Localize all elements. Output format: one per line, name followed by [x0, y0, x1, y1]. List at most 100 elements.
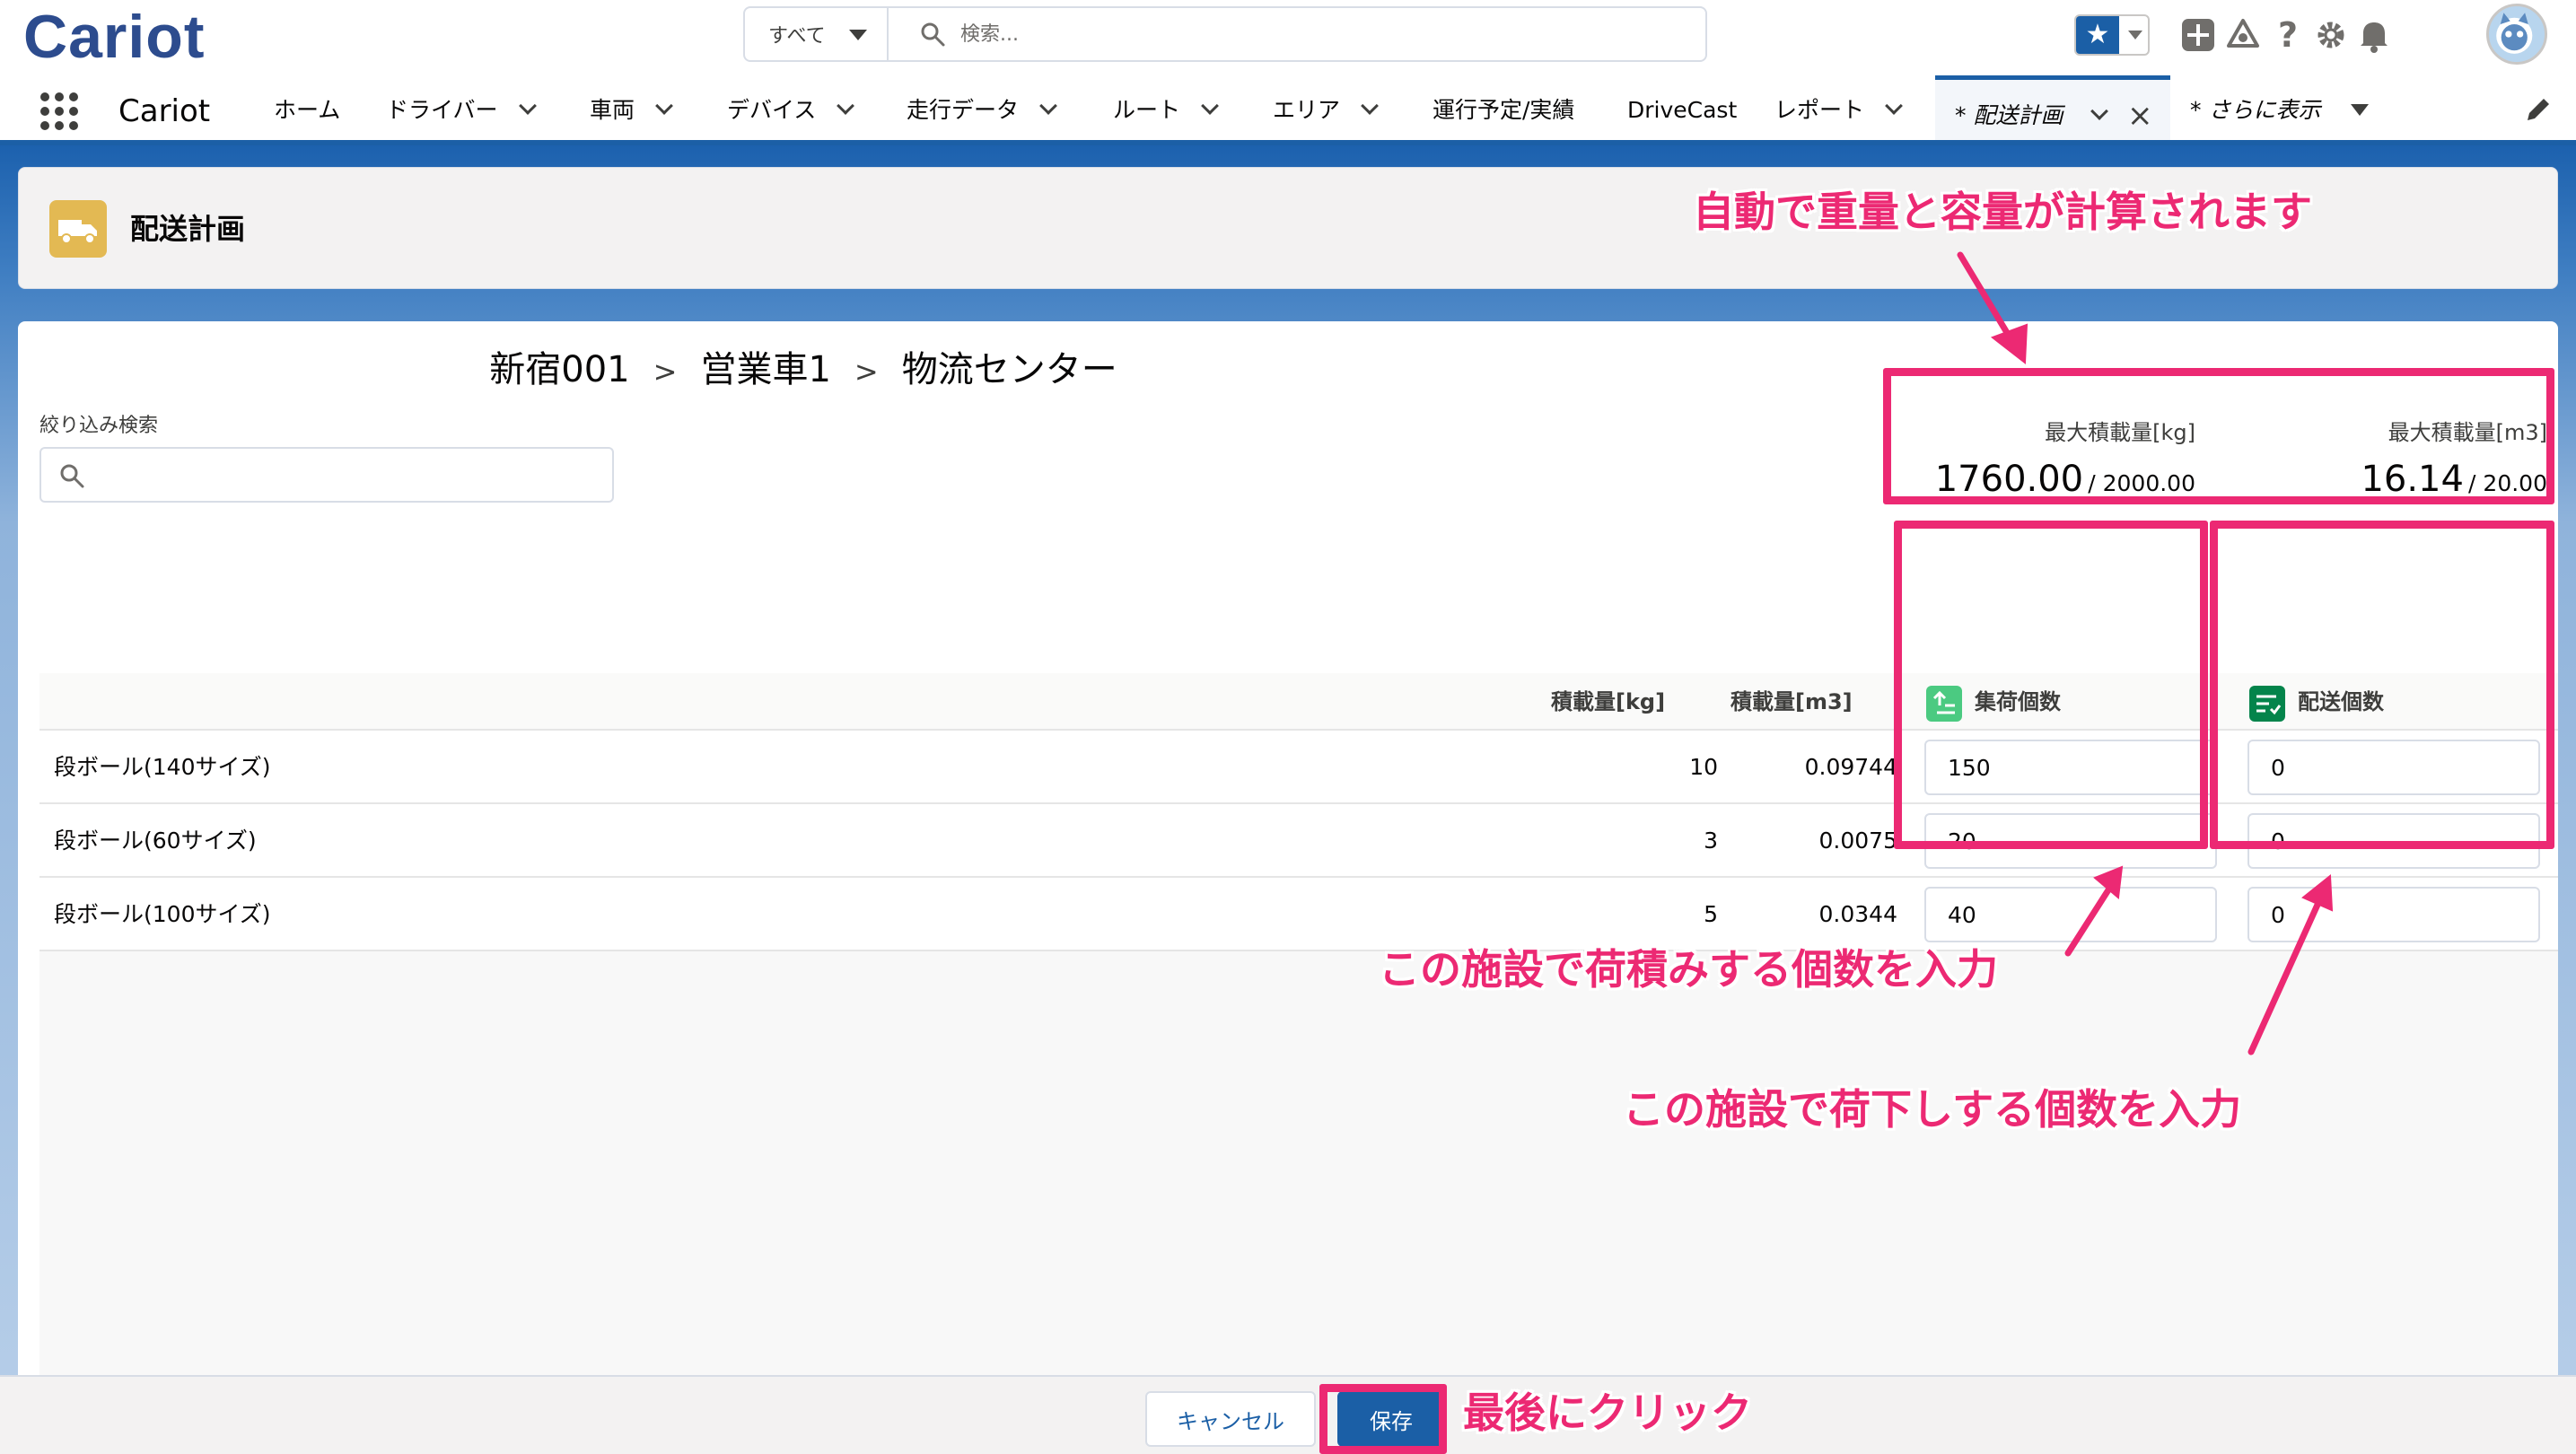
nav-item-label: デバイス [727, 97, 817, 123]
volume-total: 16.14 / 20.00 [2361, 454, 2547, 512]
pickup-quantity-input[interactable] [1924, 887, 2217, 942]
global-search: すべて [743, 6, 1707, 62]
search-input[interactable] [960, 15, 1678, 53]
nav-item-operation-plans[interactable]: 運行予定/実績 [1433, 90, 1574, 131]
nav-more-button[interactable]: * さらに表示 [2190, 90, 2370, 131]
column-header-volume: 積載量[m3] [1730, 689, 1853, 714]
weight-total: 1760.00 / 2000.00 [1935, 454, 2195, 512]
weight-max: / 2000.00 [2088, 470, 2195, 496]
column-header-pickup: 集荷個数 [1975, 689, 2061, 714]
breadcrumb-separator: > [854, 355, 879, 389]
item-volume: 0.09744 [1804, 754, 1897, 780]
close-icon[interactable]: × [2127, 98, 2153, 134]
table-row: 段ボール(140サイズ) 10 0.09744 [39, 731, 2558, 804]
item-name: 段ボール(100サイズ) [54, 901, 271, 927]
favorites-button[interactable]: ★ [2074, 14, 2150, 56]
chevron-down-icon[interactable] [837, 97, 855, 115]
nav-item-home[interactable]: ホーム [274, 90, 340, 131]
edit-nav-pencil-icon[interactable] [2522, 95, 2553, 126]
item-volume: 0.0344 [1818, 901, 1897, 927]
app-name: Cariot [118, 93, 211, 129]
table-row: 段ボール(100サイズ) 5 0.0344 [39, 878, 2558, 951]
nav-item-label: ホーム [274, 97, 341, 123]
chevron-down-icon[interactable] [655, 97, 673, 115]
filter-search-box [39, 447, 614, 503]
pickup-icon [1926, 686, 1962, 722]
breadcrumb-separator: > [653, 355, 678, 389]
search-icon [60, 464, 84, 488]
cancel-button[interactable]: キャンセル [1145, 1391, 1316, 1447]
nav-item-label: 車両 [590, 97, 635, 123]
delivery-quantity-input[interactable] [2247, 813, 2540, 869]
item-name: 段ボール(140サイズ) [54, 754, 271, 780]
breadcrumb-vehicle: 営業車1 [700, 349, 831, 390]
favorites-star-icon: ★ [2076, 16, 2119, 54]
nav-item-label: 走行データ [907, 97, 1020, 123]
user-avatar[interactable] [2486, 4, 2547, 65]
chevron-down-icon[interactable] [1039, 97, 1057, 115]
pickup-quantity-input[interactable] [1924, 813, 2217, 869]
nav-item-routes[interactable]: ルート [1113, 90, 1219, 131]
workspace: 配送計画 新宿001 > 営業車1 > 物流センター 絞り込み検索 最大積載量[kg] … [0, 145, 2576, 1454]
annotation-pickup-hint: この施設で荷積みする個数を入力 [1379, 945, 1998, 994]
nav-item-label: DriveCast [1627, 97, 1738, 123]
caret-down-icon [2351, 104, 2370, 116]
breadcrumb-location: 新宿001 [489, 349, 630, 390]
annotation-auto-calc: 自動で重量と容量が計算されます [1693, 188, 2312, 236]
volume-current: 16.14 [2361, 459, 2464, 500]
nav-item-drivers[interactable]: ドライバー [386, 90, 537, 131]
nav-item-label: 運行予定/実績 [1433, 97, 1575, 123]
nav-item-areas[interactable]: エリア [1273, 90, 1379, 131]
nav-item-label: エリア [1273, 97, 1341, 123]
pickup-quantity-input[interactable] [1924, 740, 2217, 795]
chevron-down-icon[interactable] [2090, 102, 2108, 120]
filter-label: 絞り込み検索 [39, 415, 159, 437]
add-icon[interactable] [2179, 16, 2217, 54]
help-icon[interactable]: ? [2269, 15, 2307, 55]
capacity-summary: 最大積載量[kg] 1760.00 / 2000.00 最大積載量[m3] 16… [1912, 372, 2558, 524]
nav-item-label: ルート [1113, 97, 1181, 123]
tab-label: * 配送計画 [1955, 102, 2063, 128]
nav-item-drivecast[interactable]: DriveCast [1627, 90, 1737, 131]
app-nav-bar: Cariot ホーム ドライバー 車両 デバイス 走行データ ルート エリア 運… [0, 75, 2576, 145]
setup-gear-icon[interactable] [2312, 16, 2350, 54]
search-scope-label: すべて [768, 25, 826, 48]
save-button[interactable]: 保存 [1337, 1391, 1445, 1447]
footer-actions: キャンセル 保存 [0, 1375, 2576, 1454]
items-table: 積載量[kg] 積載量[m3] 集荷個数 配送個数 段ボール(140サイズ) 1… [39, 673, 2558, 1454]
nav-item-label: レポート [1774, 97, 1865, 123]
max-weight-label: 最大積載量[kg] [2045, 420, 2195, 445]
notification-bell-icon[interactable] [2355, 16, 2393, 54]
search-scope-select[interactable]: すべて [745, 8, 889, 60]
nav-item-driving-data[interactable]: 走行データ [907, 90, 1057, 131]
trailhead-icon[interactable] [2224, 16, 2262, 54]
annotation-click-last: 最後にクリック [1463, 1388, 1752, 1437]
chevron-down-icon[interactable] [1885, 97, 1903, 115]
max-volume-label: 最大積載量[m3] [2388, 420, 2547, 445]
favorites-caret-icon[interactable] [2128, 31, 2142, 39]
tab-delivery-plan[interactable]: * 配送計画 × [1935, 75, 2170, 140]
chevron-down-icon[interactable] [518, 97, 537, 115]
page-title: 配送計画 [130, 212, 246, 246]
table-row: 段ボール(60サイズ) 3 0.0075 [39, 804, 2558, 878]
truck-icon [49, 200, 107, 258]
svg-text:?: ? [2278, 16, 2298, 54]
column-header-delivery: 配送個数 [2298, 689, 2384, 714]
nav-item-devices[interactable]: デバイス [727, 90, 855, 131]
item-weight: 5 [1704, 901, 1718, 927]
app-launcher-icon[interactable] [39, 92, 79, 131]
chevron-down-icon[interactable] [1361, 97, 1379, 115]
delivery-plan-card: 新宿001 > 営業車1 > 物流センター 絞り込み検索 最大積載量[kg] 1760.… [18, 321, 2558, 1454]
cariot-logo[interactable]: Cariot [23, 2, 205, 72]
item-name: 段ボール(60サイズ) [54, 828, 257, 854]
nav-more-label: * さらに表示 [2190, 97, 2321, 123]
nav-item-reports[interactable]: レポート [1774, 90, 1903, 131]
item-weight: 3 [1704, 828, 1718, 854]
nav-item-vehicles[interactable]: 車両 [590, 90, 673, 131]
filter-input[interactable] [97, 458, 600, 494]
delivery-quantity-input[interactable] [2247, 740, 2540, 795]
delivery-quantity-input[interactable] [2247, 887, 2540, 942]
delivery-icon [2249, 686, 2285, 722]
chevron-down-icon[interactable] [1201, 97, 1219, 115]
item-weight: 10 [1689, 754, 1718, 780]
